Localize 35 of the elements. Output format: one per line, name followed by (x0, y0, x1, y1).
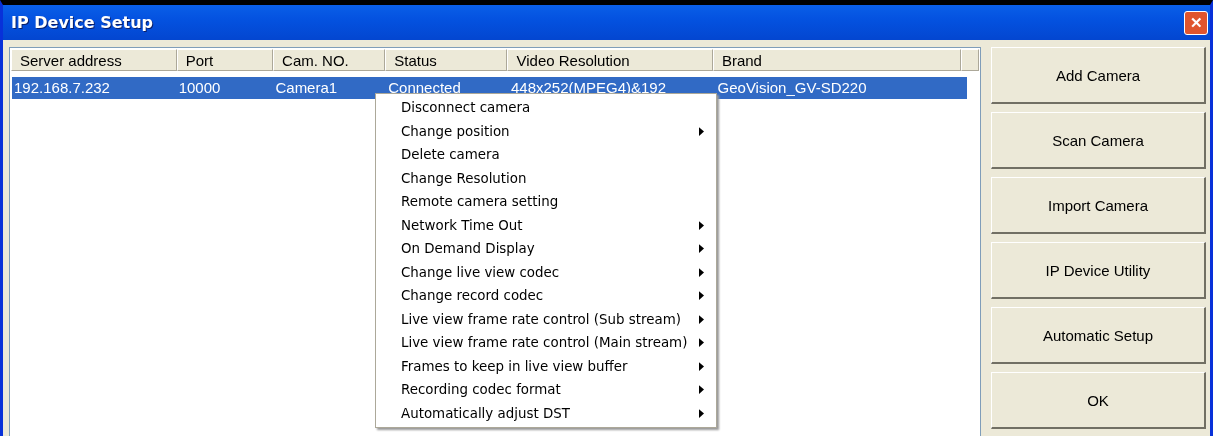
menu-item[interactable]: Change position (376, 119, 716, 143)
menu-item[interactable]: Remote camera setting (376, 190, 716, 214)
close-button[interactable]: ✕ (1184, 10, 1208, 35)
column-header[interactable]: Port (176, 49, 274, 71)
action-button[interactable]: Add Camera (991, 47, 1206, 104)
action-button[interactable]: IP Device Utility (991, 242, 1206, 299)
action-button[interactable]: Automatic Setup (991, 307, 1206, 364)
table-cell-text: 448x252(MPEG4)&192 (510, 78, 668, 98)
table-cell-text: Camera1 (275, 78, 339, 98)
table-cell-text: Connected (388, 78, 462, 98)
menu-item[interactable]: Change record codec (376, 284, 716, 308)
menu-item[interactable]: Live view frame rate control (Main stream) (376, 331, 716, 355)
window-title: IP Device Setup (11, 13, 154, 32)
menu-item[interactable]: Change Resolution (376, 166, 716, 190)
menu-item[interactable]: Recording codec format (376, 378, 716, 402)
table-cell-text: 192.168.7.232 (13, 78, 111, 98)
table-cell-text: GeoVision_GV-SD220 (717, 78, 868, 98)
menu-item[interactable]: Network Time Out (376, 213, 716, 237)
menu-item[interactable]: Change live view codec (376, 260, 716, 284)
table-cell-text: 10000 (178, 78, 222, 98)
menu-item[interactable]: Delete camera (376, 143, 716, 167)
action-button[interactable]: Import Camera (991, 177, 1206, 234)
table-row[interactable]: 192.168.7.232 10000 Camera1 Connected 448x252(MPEG4)&192 GeoVision_GV-SD220 (12, 77, 967, 99)
column-header[interactable]: Brand (712, 49, 961, 71)
menu-item[interactable]: Live view frame rate control (Sub stream) (376, 307, 716, 331)
action-button[interactable]: OK (991, 372, 1206, 429)
column-header[interactable]: Status (385, 49, 508, 71)
menu-item[interactable]: On Demand Display (376, 237, 716, 261)
column-header[interactable]: Video Resolution (507, 49, 713, 71)
column-header[interactable]: Cam. NO. (273, 49, 386, 71)
menu-item[interactable]: Frames to keep in live view buffer (376, 354, 716, 378)
menu-item[interactable]: Automatically adjust DST (376, 401, 716, 425)
column-header[interactable]: Server address (11, 49, 177, 71)
menu-item[interactable]: Disconnect camera (376, 96, 716, 120)
action-button[interactable]: Scan Camera (991, 112, 1206, 169)
